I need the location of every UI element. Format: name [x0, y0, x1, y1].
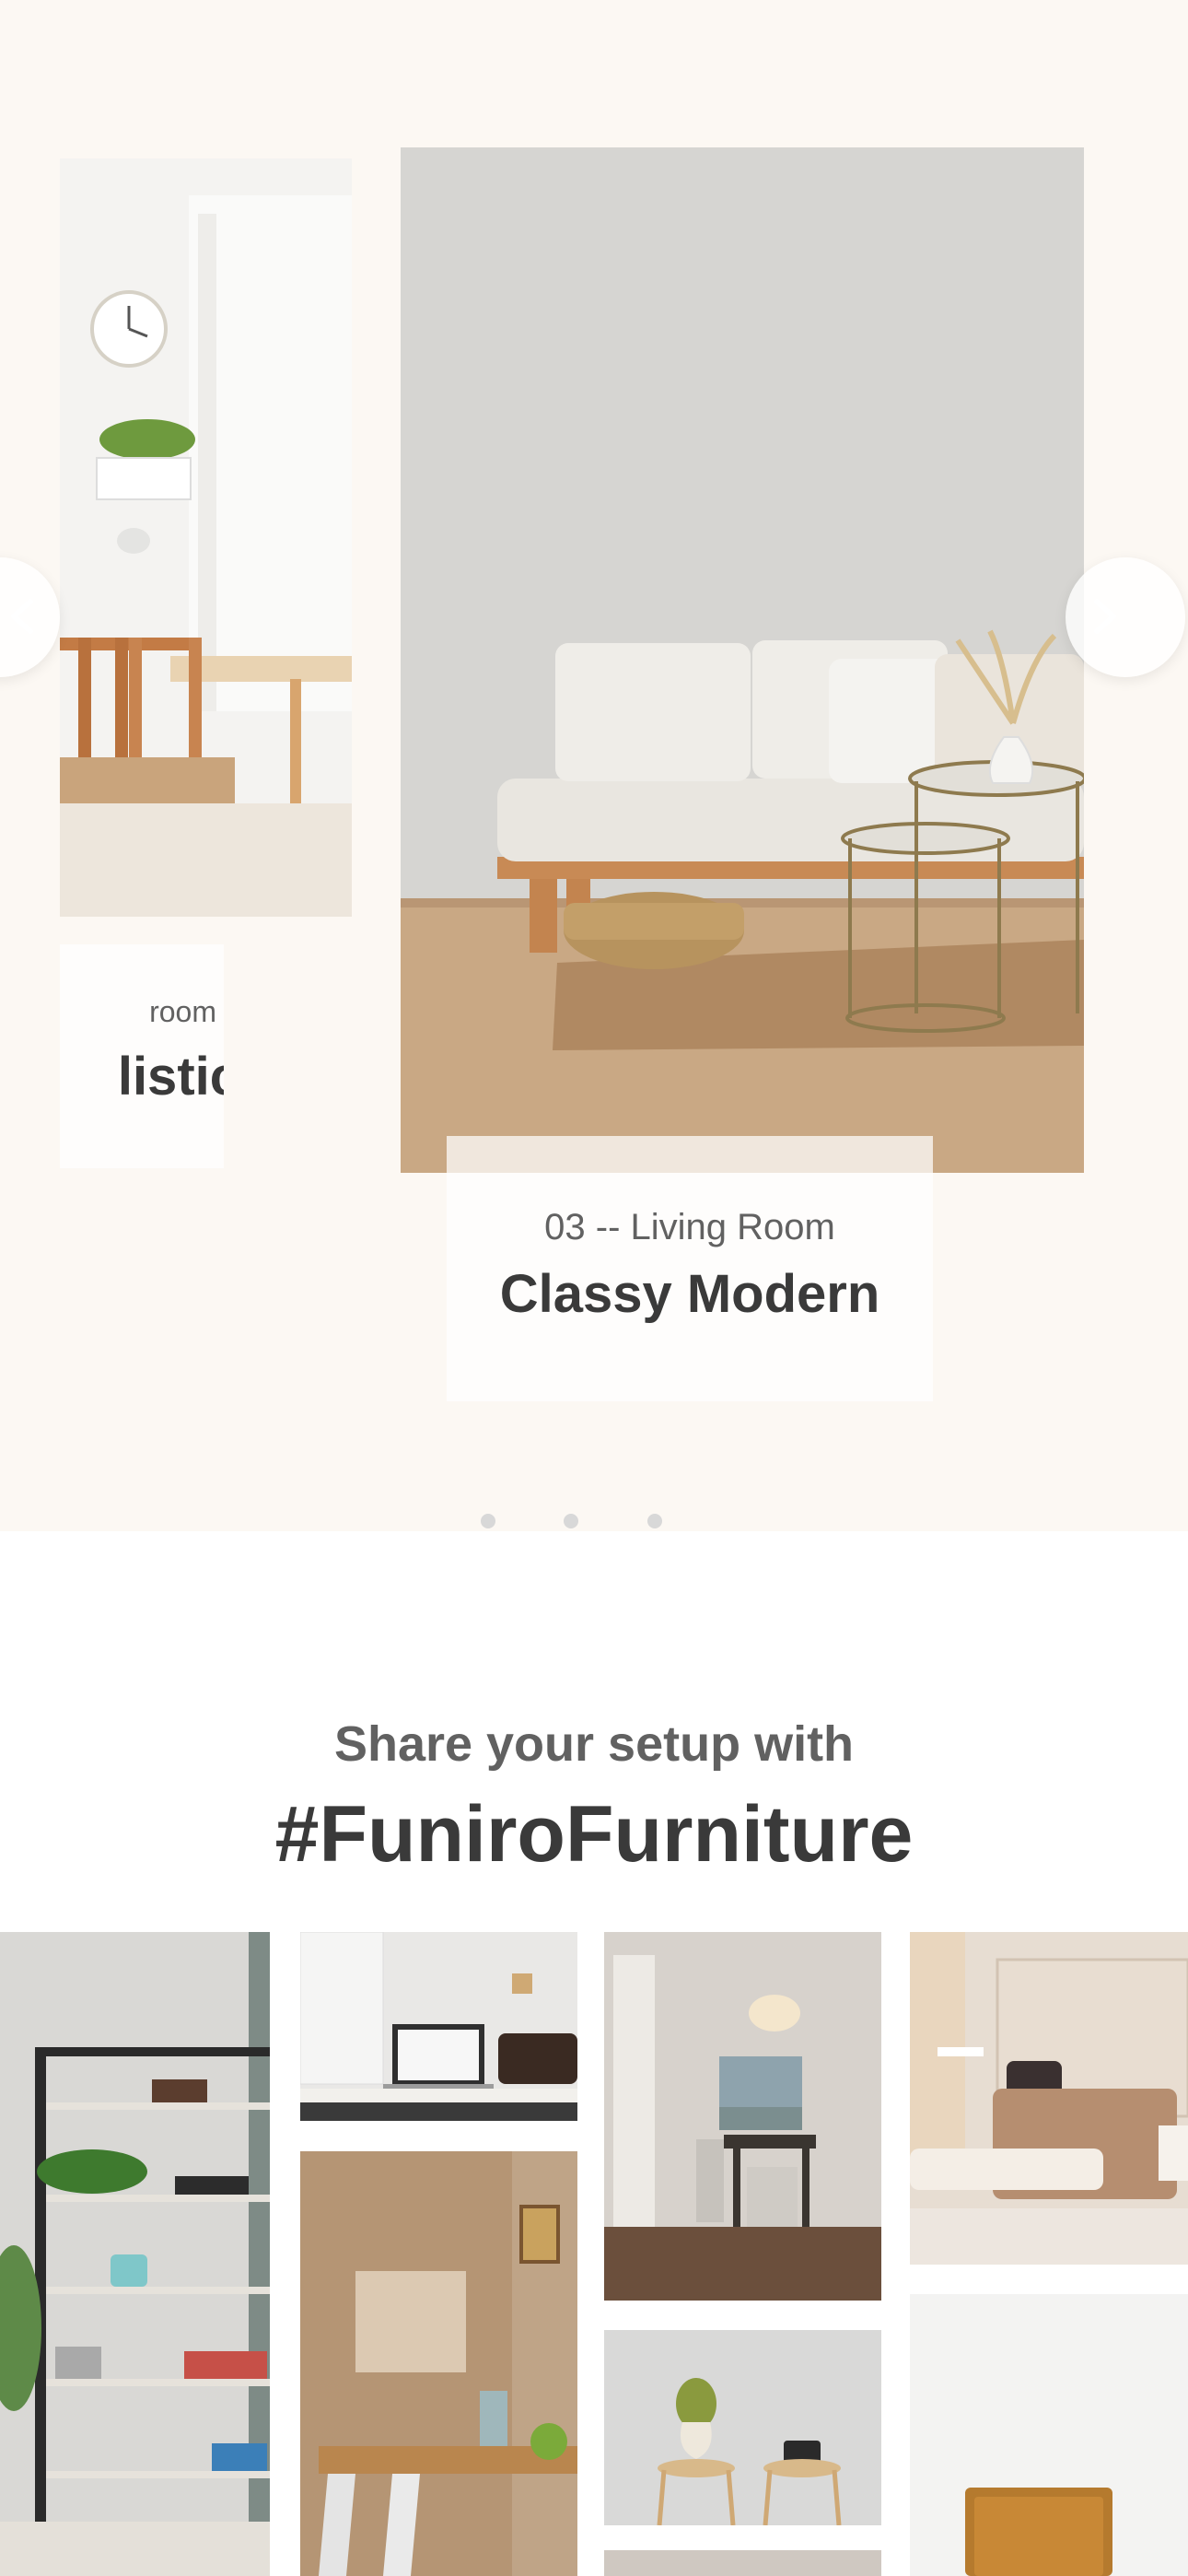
gallery-photo-shelves[interactable] [0, 1932, 270, 2576]
gallery-photo-armchair[interactable] [910, 2294, 1188, 2576]
gallery-photo-dining-brick[interactable] [300, 2151, 577, 2576]
gallery-photo-bedroom[interactable] [910, 1932, 1188, 2265]
carousel-prev-button[interactable] [0, 557, 60, 677]
slide-image-dining[interactable] [60, 158, 352, 917]
slide-title: listic [117, 1047, 224, 1107]
share-hashtag-title: #FuniroFurniture [274, 1790, 914, 1879]
gallery-photo-partial[interactable] [604, 2550, 881, 2576]
inspiration-carousel: room listic 03 -- Living Room Classy Mod… [0, 0, 1188, 1531]
gallery-photo-desk[interactable] [300, 1932, 577, 2121]
carousel-dot[interactable] [481, 1514, 495, 1528]
slide-caption-card-active[interactable]: 03 -- Living Room Classy Modern [447, 1136, 933, 1401]
slide-caption: 03 -- Living Room [544, 1207, 835, 1247]
carousel-dot[interactable] [647, 1514, 662, 1528]
slide-title: Classy Modern [499, 1264, 880, 1324]
chevron-right-icon [1094, 599, 1116, 634]
gallery-photo-dining-room[interactable] [604, 1932, 881, 2301]
carousel-dot[interactable] [564, 1514, 578, 1528]
share-subtitle: Share your setup with [333, 1716, 855, 1772]
carousel-pagination [0, 1514, 1188, 1531]
gallery-photo-stools[interactable] [604, 2330, 881, 2525]
slide-caption: room [149, 995, 216, 1028]
slide-caption-card-prev[interactable]: room listic [60, 944, 224, 1168]
slide-image-living-room[interactable] [401, 147, 1084, 1173]
carousel-next-button[interactable] [1066, 557, 1185, 677]
chevron-left-icon [11, 599, 33, 634]
